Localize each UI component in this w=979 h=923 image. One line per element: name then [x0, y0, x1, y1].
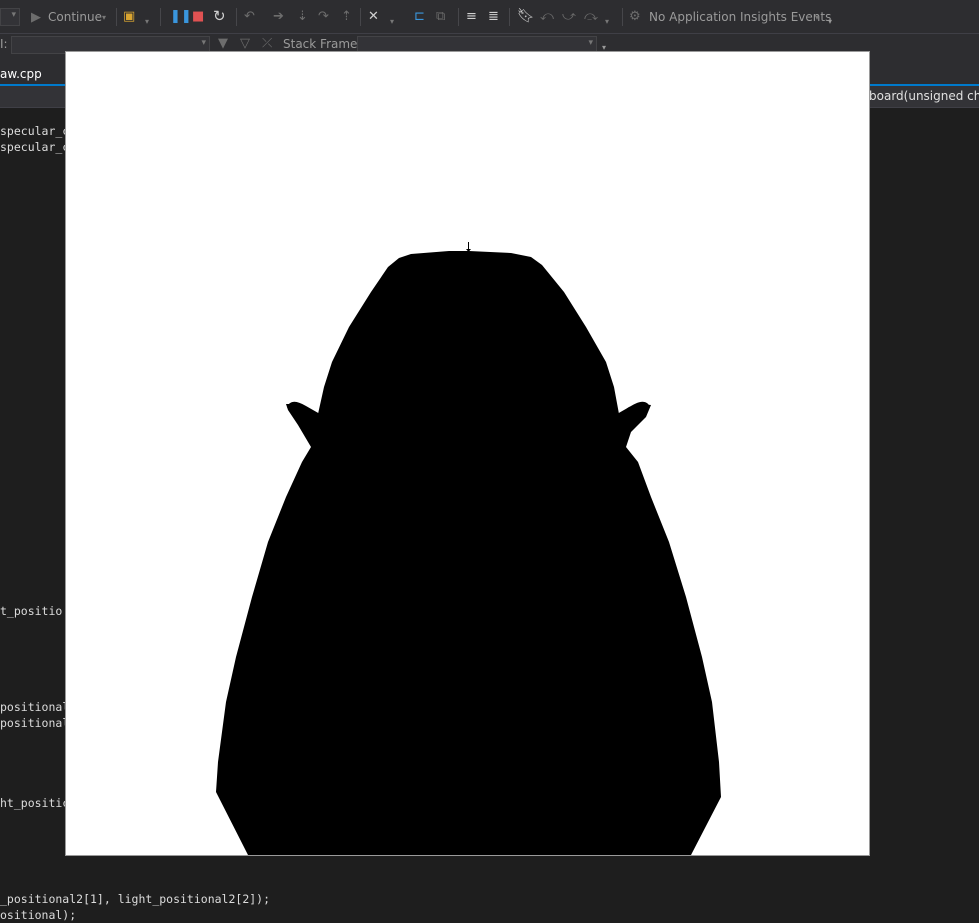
pause-icon[interactable]: ❚❚: [170, 9, 192, 25]
tab-active-file[interactable]: aw.cpp: [0, 67, 42, 81]
process-picker-icon[interactable]: ▣: [123, 9, 135, 25]
comment-icon[interactable]: ≣: [488, 9, 499, 25]
clear-bookmarks-icon[interactable]: ⤼: [584, 9, 598, 25]
toolbar-separator: [116, 8, 117, 26]
function-dropdown[interactable]: board(unsigned char: [869, 89, 979, 103]
toolbar-separator: [236, 8, 237, 26]
code-line: positional: [0, 716, 70, 730]
toolbar-separator: [458, 8, 459, 26]
toolbar-overflow-icon[interactable]: ▾: [828, 14, 832, 30]
dropdown-arrow-icon[interactable]: ▾: [815, 10, 819, 26]
dropdown-arrow-icon[interactable]: ▾: [605, 14, 609, 30]
step-into-icon[interactable]: ⇣: [297, 9, 308, 25]
dropdown-arrow-icon[interactable]: ▾: [102, 10, 106, 26]
dropdown-arrow-icon[interactable]: ▾: [145, 14, 149, 30]
breakpoint-icon[interactable]: ✕: [368, 9, 379, 25]
debug-toolbar: ▾ ▶ Continue ▾ ▣ ▾ ❚❚ ■ ↻ ↶ ➔ ⇣ ↷ ⇡ ✕ ▾ …: [0, 0, 979, 34]
copy-icon[interactable]: ⧉: [436, 9, 445, 25]
bookmark-icon[interactable]: 🔖︎: [517, 8, 535, 24]
application-insights-icon[interactable]: ⚙: [629, 9, 641, 25]
show-next-statement-icon[interactable]: ↶: [244, 9, 255, 25]
step-arrow-icon[interactable]: ➔: [273, 9, 284, 25]
step-out-icon[interactable]: ⇡: [341, 9, 352, 25]
render-window[interactable]: [65, 51, 870, 856]
flagged-threads-icon[interactable]: ⤫: [262, 36, 272, 52]
thread-label: I:: [0, 37, 8, 51]
continue-icon[interactable]: ▶: [31, 10, 41, 26]
dropdown-arrow-icon[interactable]: ▾: [390, 14, 394, 30]
toolbar-separator: [360, 8, 361, 26]
toolbar-separator: [160, 8, 161, 26]
stack-frame-label: Stack Frame:: [283, 37, 362, 51]
code-line: specular_c: [0, 124, 70, 138]
code-line: ht_positic: [0, 796, 70, 810]
car-silhouette: [216, 251, 721, 855]
next-bookmark-icon[interactable]: ⤻: [562, 9, 576, 25]
continue-button[interactable]: Continue: [48, 10, 102, 24]
previous-bookmark-icon[interactable]: ⤺: [540, 9, 554, 25]
code-line: t_positio: [0, 604, 63, 618]
render-canvas: [216, 242, 721, 855]
filter-icon[interactable]: ▼: [218, 36, 228, 52]
code-line: specular_c: [0, 140, 70, 154]
toolbar-separator: [622, 8, 623, 26]
stop-icon[interactable]: ■: [192, 9, 204, 25]
code-line: _positional2[1], light_positional2[2]);: [0, 892, 271, 906]
restart-icon[interactable]: ↻: [213, 8, 226, 24]
solution-platform-combo[interactable]: ▾: [0, 8, 20, 26]
code-line: positional: [0, 700, 70, 714]
application-insights-button[interactable]: No Application Insights Events: [649, 10, 831, 24]
antenna-mark: [466, 242, 471, 252]
filter-flag-icon[interactable]: ▽: [240, 36, 250, 52]
toolbar-separator: [509, 8, 510, 26]
indent-icon[interactable]: ≡: [466, 9, 477, 25]
run-to-cursor-icon[interactable]: ⊏: [414, 9, 425, 25]
step-over-icon[interactable]: ↷: [318, 9, 329, 25]
